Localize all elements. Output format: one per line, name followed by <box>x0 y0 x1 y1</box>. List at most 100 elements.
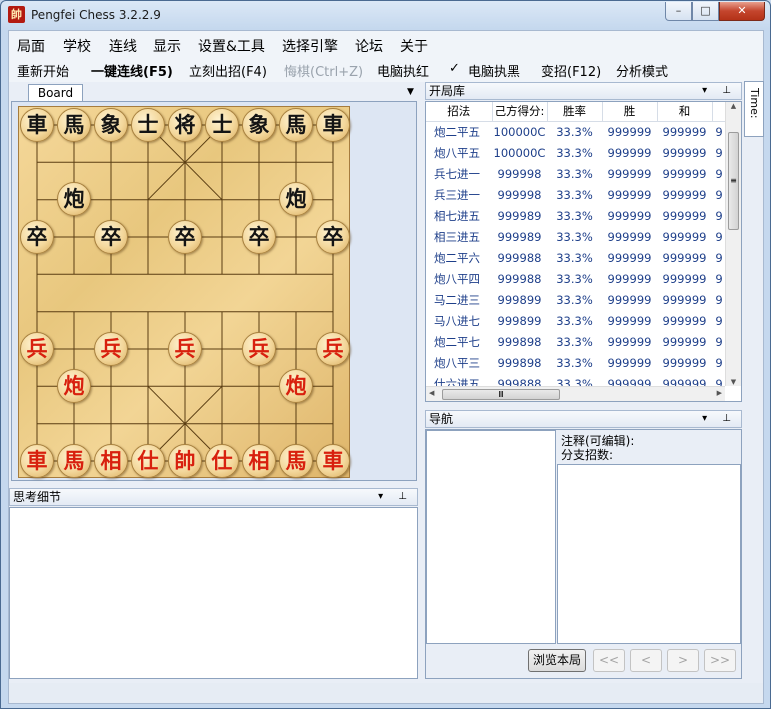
menu-about[interactable]: 关于 <box>400 36 428 56</box>
tab-time[interactable]: Time: <box>744 81 764 137</box>
tab-dropdown-icon[interactable]: ▼ <box>407 87 414 97</box>
draws-cell: 999999 <box>662 292 707 307</box>
overflow-cell: 9 <box>715 292 723 307</box>
tab-board[interactable]: Board <box>28 84 83 102</box>
minimize-button[interactable]: – <box>665 2 692 21</box>
column-header-wins[interactable]: 胜 <box>602 102 658 122</box>
column-header-draws[interactable]: 和 <box>657 102 713 122</box>
table-row[interactable]: 炮八平五 100000C 33.3% 999999 999999 9 <box>426 142 726 163</box>
scroll-right-icon[interactable]: ▶ <box>717 389 722 397</box>
move-cell: 炮八平三 <box>434 355 480 370</box>
black-elephant[interactable]: 象 <box>94 108 128 142</box>
move-list[interactable] <box>426 430 556 644</box>
toolbar: 重新开始 一键连线(F5) 立刻出招(F4) 悔棋(Ctrl+Z) 电脑执红 ✓… <box>9 56 763 82</box>
variation-button[interactable]: 变招(F12) <box>541 61 601 80</box>
table-row[interactable]: 兵三进一 999998 33.3% 999999 999999 9 <box>426 184 726 205</box>
menu-forum[interactable]: 论坛 <box>355 36 383 56</box>
next-move-button[interactable]: > <box>667 649 699 672</box>
black-soldier[interactable]: 卒 <box>168 220 202 254</box>
column-header-win-rate[interactable]: 胜率 <box>547 102 603 122</box>
table-row[interactable]: 炮八平四 999988 33.3% 999999 999999 9 <box>426 268 726 289</box>
red-soldier[interactable]: 兵 <box>316 332 350 366</box>
last-move-button[interactable]: >> <box>704 649 736 672</box>
menu-select-engine[interactable]: 选择引擎 <box>282 36 338 56</box>
black-cannon[interactable]: 炮 <box>57 182 91 216</box>
maximize-button[interactable]: □ <box>692 2 719 21</box>
column-header-move[interactable]: 招法 <box>426 102 493 122</box>
menu-connect[interactable]: 连线 <box>109 36 137 56</box>
table-row[interactable]: 相七进五 999989 33.3% 999999 999999 9 <box>426 205 726 226</box>
red-chariot[interactable]: 車 <box>20 444 54 478</box>
table-row[interactable]: 炮二平六 999988 33.3% 999999 999999 9 <box>426 247 726 268</box>
panel-pin-icon[interactable]: ▾ ⊥ <box>378 489 413 505</box>
black-general[interactable]: 将 <box>168 108 202 142</box>
wins-cell: 999999 <box>607 229 652 244</box>
black-soldier[interactable]: 卒 <box>20 220 54 254</box>
black-soldier[interactable]: 卒 <box>94 220 128 254</box>
black-soldier[interactable]: 卒 <box>242 220 276 254</box>
one-click-connect-button[interactable]: 一键连线(F5) <box>91 61 173 80</box>
red-chariot[interactable]: 車 <box>316 444 350 478</box>
thinking-details-area[interactable] <box>9 507 418 679</box>
wins-cell: 999999 <box>607 145 652 160</box>
black-advisor[interactable]: 士 <box>205 108 239 142</box>
score-cell: 999899 <box>497 313 542 328</box>
undo-button[interactable]: 悔棋(Ctrl+Z) <box>284 61 363 80</box>
table-row[interactable]: 炮八平三 999898 33.3% 999999 999999 9 <box>426 352 726 373</box>
black-horse[interactable]: 馬 <box>279 108 313 142</box>
table-row[interactable]: 炮二平七 999898 33.3% 999999 999999 9 <box>426 331 726 352</box>
move-now-button[interactable]: 立刻出招(F4) <box>189 61 267 80</box>
opening-vertical-scrollbar[interactable]: ▲ ≡ ▼ <box>725 102 741 386</box>
red-soldier[interactable]: 兵 <box>20 332 54 366</box>
red-horse[interactable]: 馬 <box>57 444 91 478</box>
black-chariot[interactable]: 車 <box>20 108 54 142</box>
black-elephant[interactable]: 象 <box>242 108 276 142</box>
black-cannon[interactable]: 炮 <box>279 182 313 216</box>
opening-horizontal-scrollbar[interactable]: ◀ Ⅲ ▶ <box>426 386 725 401</box>
menu-school[interactable]: 学校 <box>63 36 91 56</box>
menu-settings-tools[interactable]: 设置&工具 <box>198 36 265 56</box>
red-elephant[interactable]: 相 <box>242 444 276 478</box>
scroll-down-icon[interactable]: ▼ <box>726 378 741 386</box>
red-advisor[interactable]: 仕 <box>131 444 165 478</box>
prev-move-button[interactable]: < <box>630 649 662 672</box>
menu-position[interactable]: 局面 <box>17 36 45 56</box>
overflow-cell: 9 <box>715 355 723 370</box>
browse-game-button[interactable]: 浏览本局 <box>528 649 586 672</box>
computer-plays-red-toggle[interactable]: 电脑执红 <box>377 61 429 80</box>
board-grid <box>36 124 334 462</box>
column-header-score[interactable]: 己方得分: <box>492 102 548 122</box>
table-row[interactable]: 炮二平五 100000C 33.3% 999999 999999 9 <box>426 121 726 142</box>
red-soldier[interactable]: 兵 <box>94 332 128 366</box>
panel-pin-icon[interactable]: ▾ ⊥ <box>702 83 737 99</box>
red-horse[interactable]: 馬 <box>279 444 313 478</box>
analysis-mode-button[interactable]: 分析模式 <box>616 61 668 80</box>
black-soldier[interactable]: 卒 <box>316 220 350 254</box>
restart-button[interactable]: 重新开始 <box>17 61 69 80</box>
scroll-up-icon[interactable]: ▲ <box>726 102 741 110</box>
red-general[interactable]: 帥 <box>168 444 202 478</box>
menu-display[interactable]: 显示 <box>153 36 181 56</box>
red-elephant[interactable]: 相 <box>94 444 128 478</box>
red-soldier[interactable]: 兵 <box>168 332 202 366</box>
table-row[interactable]: 马八进七 999899 33.3% 999999 999999 9 <box>426 310 726 331</box>
table-row[interactable]: 马二进三 999899 33.3% 999999 999999 9 <box>426 289 726 310</box>
vertical-scroll-thumb[interactable]: ≡ <box>728 132 739 230</box>
panel-pin-icon[interactable]: ▾ ⊥ <box>702 411 737 427</box>
black-horse[interactable]: 馬 <box>57 108 91 142</box>
scroll-left-icon[interactable]: ◀ <box>429 389 434 397</box>
table-row[interactable]: 兵七进一 999998 33.3% 999999 999999 9 <box>426 163 726 184</box>
red-cannon[interactable]: 炮 <box>279 369 313 403</box>
close-button[interactable]: ✕ <box>719 2 765 21</box>
first-move-button[interactable]: << <box>593 649 625 672</box>
red-soldier[interactable]: 兵 <box>242 332 276 366</box>
black-advisor[interactable]: 士 <box>131 108 165 142</box>
note-editor[interactable] <box>557 464 741 644</box>
red-advisor[interactable]: 仕 <box>205 444 239 478</box>
chess-board[interactable]: 車 馬 象 士 将 士 象 馬 車 炮 炮 卒 卒 卒 卒 卒 兵 兵 兵 兵 <box>18 106 350 478</box>
horizontal-scroll-thumb[interactable]: Ⅲ <box>442 389 560 400</box>
red-cannon[interactable]: 炮 <box>57 369 91 403</box>
black-chariot[interactable]: 車 <box>316 108 350 142</box>
computer-plays-black-toggle[interactable]: 电脑执黑 <box>468 61 520 80</box>
table-row[interactable]: 相三进五 999989 33.3% 999999 999999 9 <box>426 226 726 247</box>
